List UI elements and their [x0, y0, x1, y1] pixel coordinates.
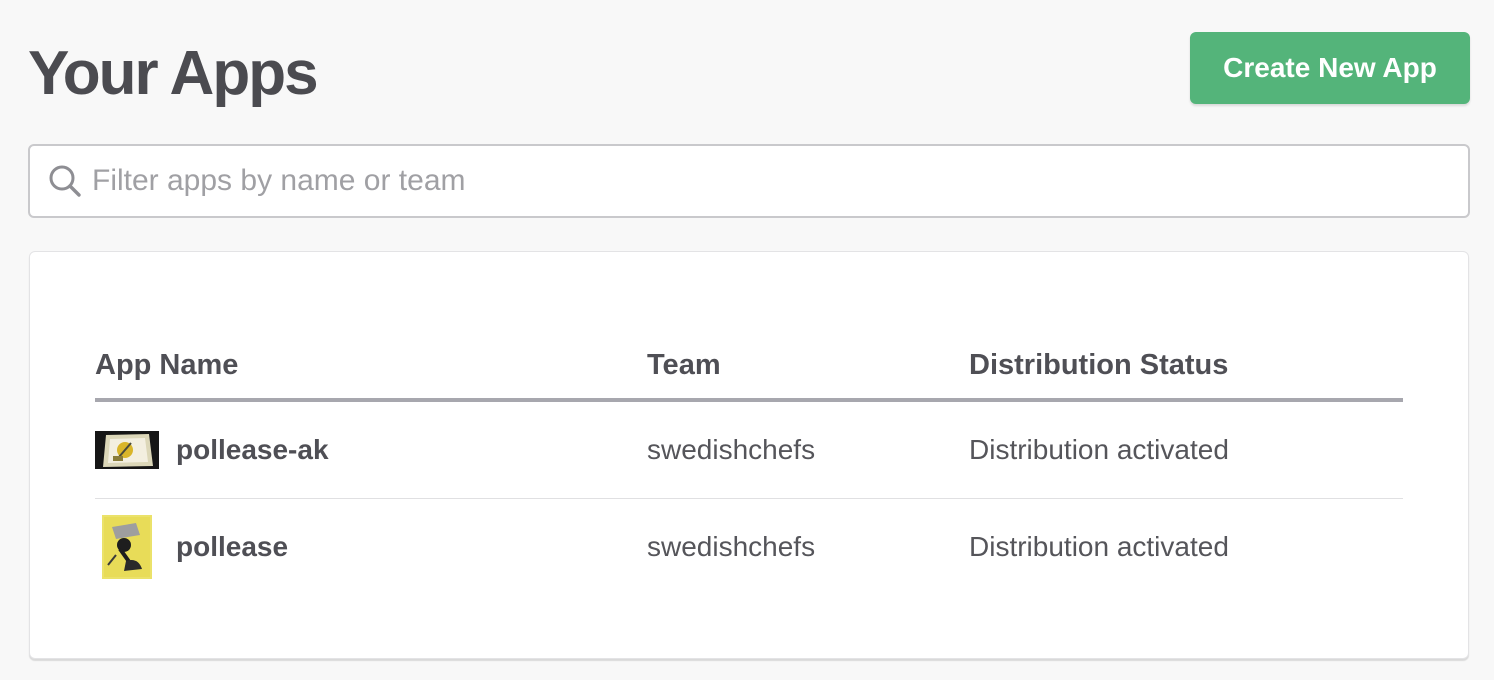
app-thumbnail-icon[interactable]	[95, 515, 159, 579]
search-box[interactable]	[28, 144, 1470, 218]
table-header-row: App Name Team Distribution Status	[95, 332, 1403, 402]
apps-table: App Name Team Distribution Status pollea…	[95, 332, 1403, 595]
app-name-link[interactable]: pollease	[176, 531, 288, 563]
column-header-distribution-status: Distribution Status	[969, 332, 1403, 402]
app-cell: pollease-ak	[95, 418, 647, 482]
apps-card: App Name Team Distribution Status pollea…	[29, 251, 1469, 659]
app-name-cell: pollease	[95, 499, 647, 596]
app-thumbnail-icon[interactable]	[95, 418, 159, 482]
distribution-status-cell: Distribution activated	[969, 400, 1403, 499]
column-header-app-name: App Name	[95, 332, 647, 402]
your-apps-page: Your Apps Create New App App Name Team D…	[0, 0, 1494, 680]
team-cell: swedishchefs	[647, 400, 969, 499]
search-input[interactable]	[92, 151, 1468, 211]
column-header-team: Team	[647, 332, 969, 402]
app-cell: pollease	[95, 515, 647, 579]
create-new-app-button[interactable]: Create New App	[1190, 32, 1470, 104]
table-row[interactable]: pollease-ak swedishchefs Distribution ac…	[95, 400, 1403, 499]
app-name-link[interactable]: pollease-ak	[176, 434, 329, 466]
search-icon	[48, 164, 82, 198]
table-row[interactable]: pollease swedishchefs Distribution activ…	[95, 499, 1403, 596]
page-title: Your Apps	[28, 39, 319, 108]
app-name-cell: pollease-ak	[95, 400, 647, 499]
distribution-status-cell: Distribution activated	[969, 531, 1229, 562]
team-cell: swedishchefs	[647, 531, 816, 562]
